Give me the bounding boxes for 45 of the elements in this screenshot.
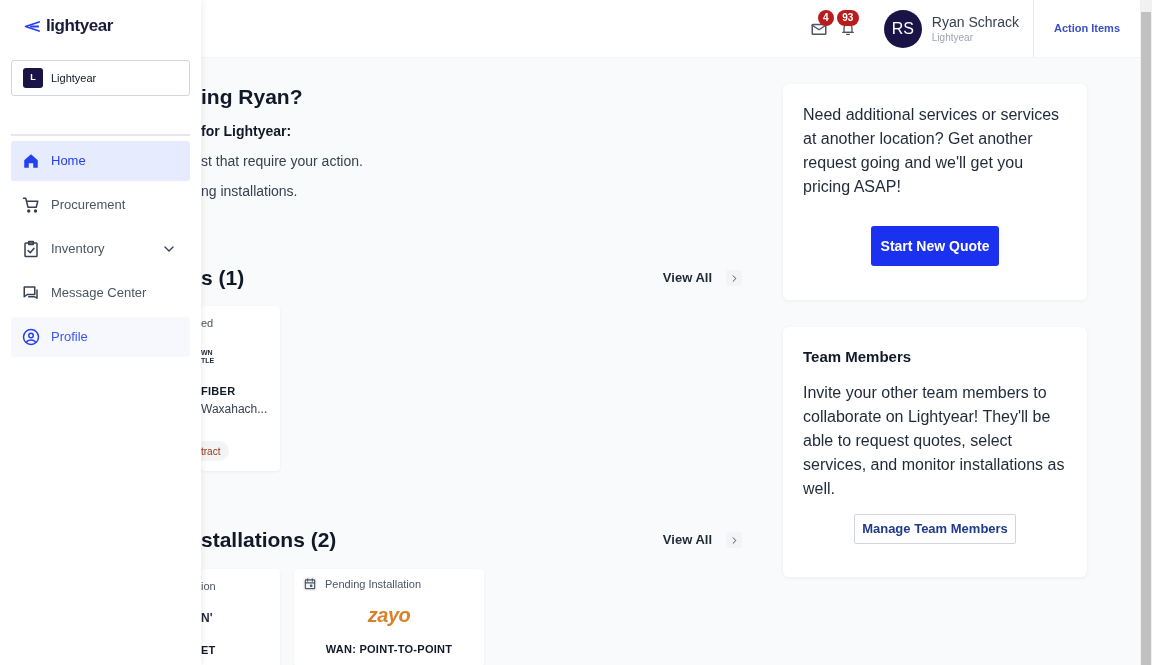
greeting-heading: ing Ryan? (201, 84, 304, 110)
home-icon (22, 152, 40, 170)
organization-selector[interactable]: L Lightyear (11, 60, 190, 96)
team-text: Invite your other team members to collaborate on Lightyear! They'll be able to request quotes, select services, and monitor installations as well. (803, 383, 1066, 499)
service-card[interactable]: ion N' ET (201, 569, 280, 665)
user-circle-icon (22, 328, 40, 346)
status-label: Pending Installation (325, 577, 421, 591)
quote-text: Need additional services or services at another location? Get another request going and we'll get you pricing ASAP! (803, 105, 1061, 197)
status-tag: tract (201, 441, 230, 461)
provider-logo: N' (201, 611, 213, 625)
action-items-link[interactable]: Action Items (1054, 20, 1120, 37)
provider-logo: zayo (367, 603, 411, 627)
section-heading: s (1) (201, 265, 246, 292)
logo-icon (22, 19, 40, 33)
section-heading: stallations (2) (201, 527, 338, 554)
next-button[interactable] (726, 532, 742, 548)
service-card[interactable]: Pending Installation zayo WAN: POINT-TO-POINT (294, 569, 484, 665)
service-name: WAN: POINT-TO-POINT (325, 642, 453, 656)
scrollbar[interactable] (1140, 0, 1152, 665)
manage-team-button[interactable]: Manage Team Members (854, 514, 1016, 544)
user-name: Ryan Schrack (931, 12, 1019, 31)
greeting-subtitle: for Lightyear: (201, 122, 293, 141)
chat-icon (22, 284, 40, 302)
nav-item[interactable]: Profile (11, 317, 190, 357)
user-organization: Lightyear (931, 30, 974, 45)
nav-item[interactable]: Home (11, 141, 190, 181)
notification-badge: 4 (817, 9, 834, 26)
user-avatar[interactable]: RS (883, 9, 922, 48)
start-quote-button[interactable]: Start New Quote (870, 226, 1000, 266)
status-label: ion (201, 579, 216, 593)
service-name: ET (201, 643, 217, 657)
organization-avatar: L (23, 68, 43, 88)
view-all-link[interactable]: View All (662, 268, 712, 288)
summary-text: st that require your action. (201, 152, 364, 171)
notification-badge: 93 (836, 9, 859, 26)
next-button[interactable] (726, 270, 742, 286)
location-text: Waxahach... (201, 401, 269, 417)
view-all-link[interactable]: View All (662, 530, 712, 550)
cart-icon (22, 196, 40, 214)
summary-text: ng installations. (201, 182, 299, 201)
status-label: ed (201, 316, 214, 330)
logo-text: lightyear (46, 15, 114, 38)
service-name: FIBER (201, 384, 237, 398)
card-title: Team Members (803, 347, 913, 367)
clipboard-check-icon (22, 240, 40, 258)
